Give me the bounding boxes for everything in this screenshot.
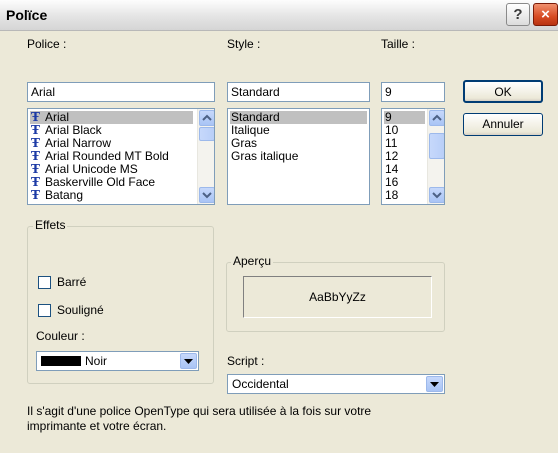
script-label: Script : bbox=[227, 354, 265, 368]
font-list[interactable]: Ŧ Arial Ŧ Arial Black Ŧ Arial Narrow Ŧ Arial Ro… bbox=[27, 108, 215, 205]
font-list-item-label: Arial Unicode MS bbox=[45, 162, 138, 176]
scroll-down-icon[interactable] bbox=[199, 187, 214, 203]
size-list-item-label: 18 bbox=[385, 188, 399, 202]
size-label: Taille : bbox=[381, 37, 416, 51]
ok-button[interactable]: OK bbox=[463, 80, 543, 103]
font-input[interactable]: Arial bbox=[27, 82, 215, 102]
size-list-item-label: 16 bbox=[385, 175, 399, 189]
color-value: Noir bbox=[85, 354, 108, 368]
effects-title: Effets bbox=[33, 218, 68, 232]
font-list-item-label: Arial Black bbox=[45, 123, 102, 137]
size-list-item-label: 14 bbox=[385, 162, 399, 176]
strike-label: Barré bbox=[57, 275, 87, 289]
style-list-item-label: Standard bbox=[231, 110, 280, 124]
style-list-item-label: Gras bbox=[231, 136, 258, 150]
close-icon: × bbox=[541, 6, 550, 23]
help-icon: ? bbox=[513, 6, 523, 23]
style-list-item[interactable]: Gras italique bbox=[230, 150, 367, 163]
style-label: Style : bbox=[227, 37, 261, 51]
chevron-down-icon[interactable] bbox=[426, 376, 443, 392]
font-list-item[interactable]: Ŧ Batang bbox=[30, 189, 193, 202]
style-list-item-label: Gras italique bbox=[231, 149, 299, 163]
strike-checkbox[interactable] bbox=[38, 276, 51, 289]
underline-checkbox[interactable] bbox=[38, 304, 51, 317]
color-select[interactable]: Noir bbox=[36, 351, 199, 371]
font-list-item-label: Arial Rounded MT Bold bbox=[45, 149, 169, 163]
truetype-icon: Ŧ bbox=[31, 188, 40, 202]
preview-box: AaBbYyZz bbox=[243, 276, 432, 318]
scroll-up-icon[interactable] bbox=[429, 110, 444, 126]
style-input[interactable]: Standard bbox=[227, 82, 370, 102]
scroll-thumb[interactable] bbox=[429, 133, 444, 159]
size-input[interactable]: 9 bbox=[381, 82, 445, 102]
font-scrollbar[interactable] bbox=[197, 109, 214, 204]
font-list-item-label: Arial bbox=[45, 110, 70, 124]
window-title: Polïce bbox=[6, 7, 48, 23]
font-list-item-label: Baskerville Old Face bbox=[45, 175, 156, 189]
script-select[interactable]: Occidental bbox=[227, 374, 445, 394]
title-bar[interactable]: Polïce ? × bbox=[0, 0, 558, 31]
chevron-down-icon[interactable] bbox=[180, 353, 197, 369]
size-list-item-label: 12 bbox=[385, 149, 399, 163]
style-list-item-label: Italique bbox=[231, 123, 270, 137]
size-scrollbar[interactable] bbox=[427, 109, 444, 204]
size-list-item-label: 10 bbox=[385, 123, 399, 137]
size-input-value: 9 bbox=[385, 85, 392, 99]
color-swatch bbox=[41, 356, 81, 366]
preview-sample: AaBbYyZz bbox=[309, 290, 366, 304]
font-list-item-label: Arial Narrow bbox=[45, 136, 112, 150]
font-input-value: Arial bbox=[31, 85, 56, 99]
close-button[interactable]: × bbox=[533, 3, 558, 26]
preview-title: Aperçu bbox=[231, 254, 274, 268]
size-list-item-label: 11 bbox=[385, 136, 398, 150]
size-list-item-label: 9 bbox=[385, 110, 392, 124]
font-description: Il s'agit d'une police OpenType qui sera… bbox=[27, 404, 372, 433]
font-list-item-label: Batang bbox=[45, 188, 84, 202]
size-list-item[interactable]: 18 bbox=[384, 189, 425, 202]
scroll-thumb[interactable] bbox=[199, 127, 214, 141]
scroll-down-icon[interactable] bbox=[429, 187, 444, 203]
size-list[interactable]: 9 10 11 12 14 16 18 bbox=[381, 108, 445, 205]
script-value: Occidental bbox=[232, 377, 289, 391]
color-label: Couleur : bbox=[36, 329, 85, 343]
help-button[interactable]: ? bbox=[506, 3, 530, 26]
scroll-up-icon[interactable] bbox=[199, 110, 214, 126]
cancel-button[interactable]: Annuler bbox=[463, 113, 543, 136]
font-label: Police : bbox=[27, 37, 67, 51]
ok-button-label: OK bbox=[494, 85, 512, 99]
underline-label: Souligné bbox=[57, 303, 104, 317]
style-input-value: Standard bbox=[231, 85, 280, 99]
style-list[interactable]: Standard Italique Gras Gras italique bbox=[227, 108, 370, 205]
cancel-button-label: Annuler bbox=[482, 117, 524, 131]
